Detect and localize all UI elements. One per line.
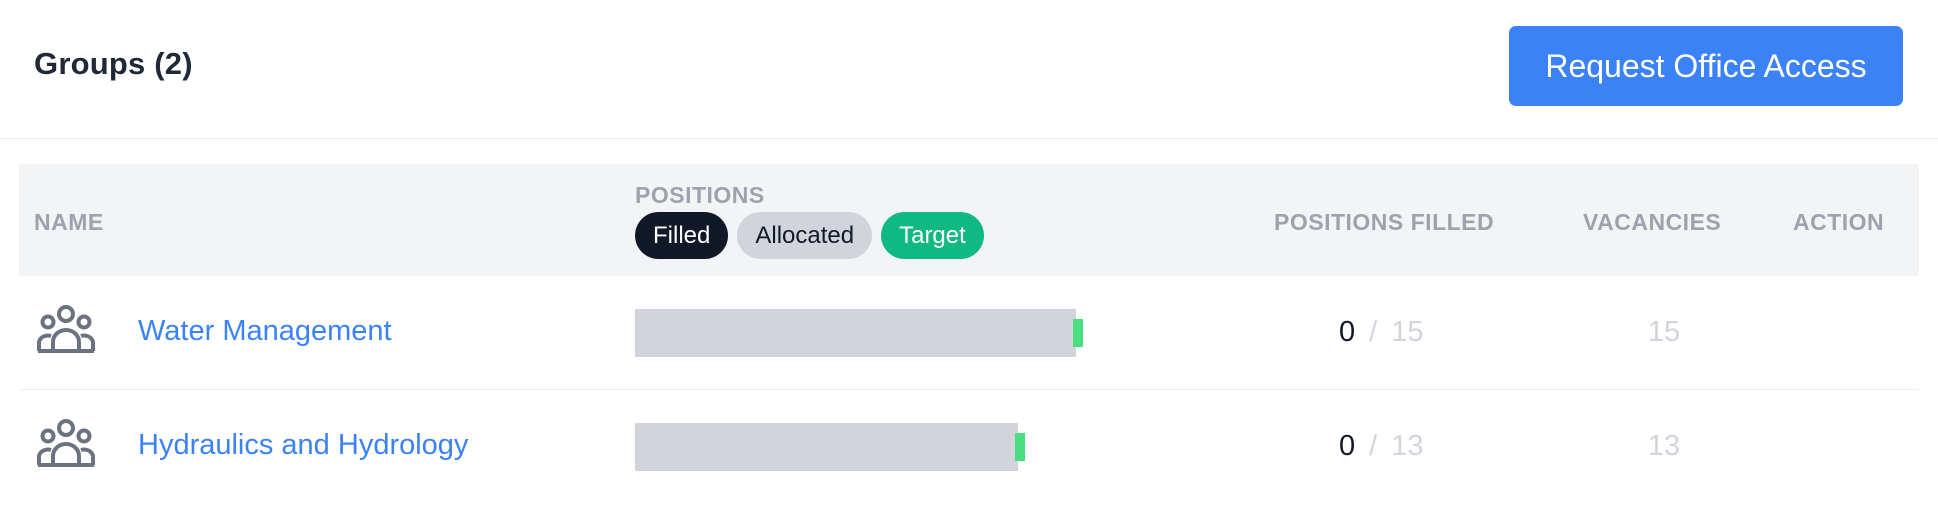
positions-legend: Filled Allocated Target [635, 212, 984, 259]
column-header-vacancies[interactable]: VACANCIES [1583, 209, 1721, 236]
group-link[interactable]: Water Management [138, 315, 392, 348]
positions-filled-count: 0 / 15 [1339, 316, 1423, 349]
allocated-bar [635, 423, 1018, 471]
legend-target: Target [881, 212, 984, 259]
allocated-bar [635, 309, 1076, 357]
users-group-icon [37, 305, 95, 353]
group-link[interactable]: Hydraulics and Hydrology [138, 429, 468, 462]
column-header-positions-filled[interactable]: POSITIONS FILLED [1274, 209, 1494, 236]
target-marker [1015, 433, 1025, 461]
vacancies-value: 15 [1647, 316, 1681, 348]
filled-total: 15 [1391, 316, 1424, 348]
request-office-access-button[interactable]: Request Office Access [1509, 26, 1903, 106]
filled-value: 0 [1339, 316, 1356, 348]
page-header: Groups (2) Request Office Access [0, 0, 1938, 139]
table-header: NAME POSITIONS Filled Allocated Target P… [19, 164, 1919, 276]
column-header-positions: POSITIONS [635, 182, 765, 208]
filled-value: 0 [1339, 430, 1356, 462]
column-header-name[interactable]: NAME [34, 209, 104, 236]
filled-separator: / [1369, 430, 1378, 462]
column-header-action: ACTION [1793, 209, 1885, 235]
users-group-icon [37, 419, 95, 467]
legend-filled: Filled [635, 212, 729, 259]
table-row: Hydraulics and Hydrology 0 / 13 13 [19, 390, 1919, 504]
target-marker [1073, 319, 1083, 347]
filled-separator: / [1369, 316, 1378, 348]
legend-allocated: Allocated [737, 212, 873, 259]
page-title: Groups (2) [34, 46, 193, 81]
groups-table: NAME POSITIONS Filled Allocated Target P… [19, 164, 1919, 504]
vacancies-value: 13 [1647, 430, 1681, 462]
positions-filled-count: 0 / 13 [1339, 430, 1423, 463]
filled-total: 13 [1391, 430, 1424, 462]
table-row: Water Management 0 / 15 15 [19, 276, 1919, 390]
